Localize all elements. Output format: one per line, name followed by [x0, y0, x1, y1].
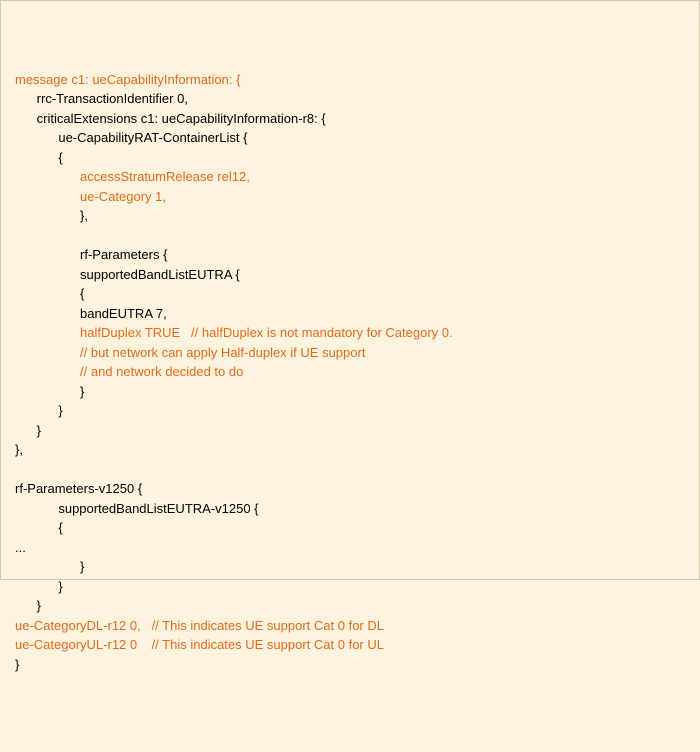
code-line: halfDuplex TRUE // halfDuplex is not man…: [15, 323, 685, 343]
code-text: supportedBandListEUTRA-v1250 {: [58, 501, 258, 516]
code-text: },: [80, 208, 88, 223]
highlighted-text: message c1: ueCapabilityInformation: {: [15, 72, 240, 87]
code-line: },: [15, 206, 685, 226]
code-line: [15, 226, 685, 246]
code-line: message c1: ueCapabilityInformation: {: [15, 70, 685, 90]
code-text: rrc-TransactionIdentifier 0,: [37, 91, 188, 106]
code-text: [15, 228, 19, 243]
code-text: }: [37, 423, 41, 438]
code-text: rf-Parameters-v1250 {: [15, 481, 142, 496]
highlighted-text: // but network can apply Half-duplex if …: [80, 345, 365, 360]
code-line: ue-CapabilityRAT-ContainerList {: [15, 128, 685, 148]
code-line: rf-Parameters {: [15, 245, 685, 265]
highlighted-text: accessStratumRelease rel12,: [80, 169, 250, 184]
code-text: }: [37, 598, 41, 613]
code-text: }: [80, 559, 84, 574]
highlighted-text: ue-CategoryDL-r12 0, // This indicates U…: [15, 618, 384, 633]
highlighted-text: // and network decided to do: [80, 364, 243, 379]
code-text: }: [15, 657, 19, 672]
code-line: }: [15, 557, 685, 577]
code-line: }: [15, 382, 685, 402]
code-text: {: [58, 520, 62, 535]
code-line: {: [15, 518, 685, 538]
highlighted-text: ue-Category 1,: [80, 189, 166, 204]
code-text: }: [58, 579, 62, 594]
code-text: {: [80, 286, 84, 301]
code-text: bandEUTRA 7,: [80, 306, 167, 321]
code-line: }: [15, 421, 685, 441]
code-text: {: [58, 150, 62, 165]
code-text: ...: [15, 540, 26, 555]
code-line: [15, 460, 685, 480]
code-text: supportedBandListEUTRA {: [80, 267, 240, 282]
code-line: }: [15, 577, 685, 597]
code-line: }: [15, 655, 685, 675]
code-line: ue-Category 1,: [15, 187, 685, 207]
code-line: supportedBandListEUTRA {: [15, 265, 685, 285]
code-line: // but network can apply Half-duplex if …: [15, 343, 685, 363]
code-line: },: [15, 440, 685, 460]
code-line: }: [15, 401, 685, 421]
code-line: bandEUTRA 7,: [15, 304, 685, 324]
code-text: ue-CapabilityRAT-ContainerList {: [58, 130, 247, 145]
code-line: rf-Parameters-v1250 {: [15, 479, 685, 499]
highlighted-text: halfDuplex TRUE // halfDuplex is not man…: [80, 325, 453, 340]
code-text: rf-Parameters {: [80, 247, 167, 262]
code-text: [15, 462, 19, 477]
code-line: {: [15, 284, 685, 304]
code-text: },: [15, 442, 23, 457]
code-line: ue-CategoryDL-r12 0, // This indicates U…: [15, 616, 685, 636]
code-line: ...: [15, 538, 685, 558]
code-text: }: [80, 384, 84, 399]
code-line: accessStratumRelease rel12,: [15, 167, 685, 187]
code-line: // and network decided to do: [15, 362, 685, 382]
code-line: }: [15, 596, 685, 616]
code-block: message c1: ueCapabilityInformation: { r…: [15, 70, 685, 675]
code-text: criticalExtensions c1: ueCapabilityInfor…: [37, 111, 326, 126]
code-text: }: [58, 403, 62, 418]
code-line: ue-CategoryUL-r12 0 // This indicates UE…: [15, 635, 685, 655]
highlighted-text: ue-CategoryUL-r12 0 // This indicates UE…: [15, 637, 384, 652]
code-line: supportedBandListEUTRA-v1250 {: [15, 499, 685, 519]
code-line: criticalExtensions c1: ueCapabilityInfor…: [15, 109, 685, 129]
code-line: {: [15, 148, 685, 168]
code-line: rrc-TransactionIdentifier 0,: [15, 89, 685, 109]
